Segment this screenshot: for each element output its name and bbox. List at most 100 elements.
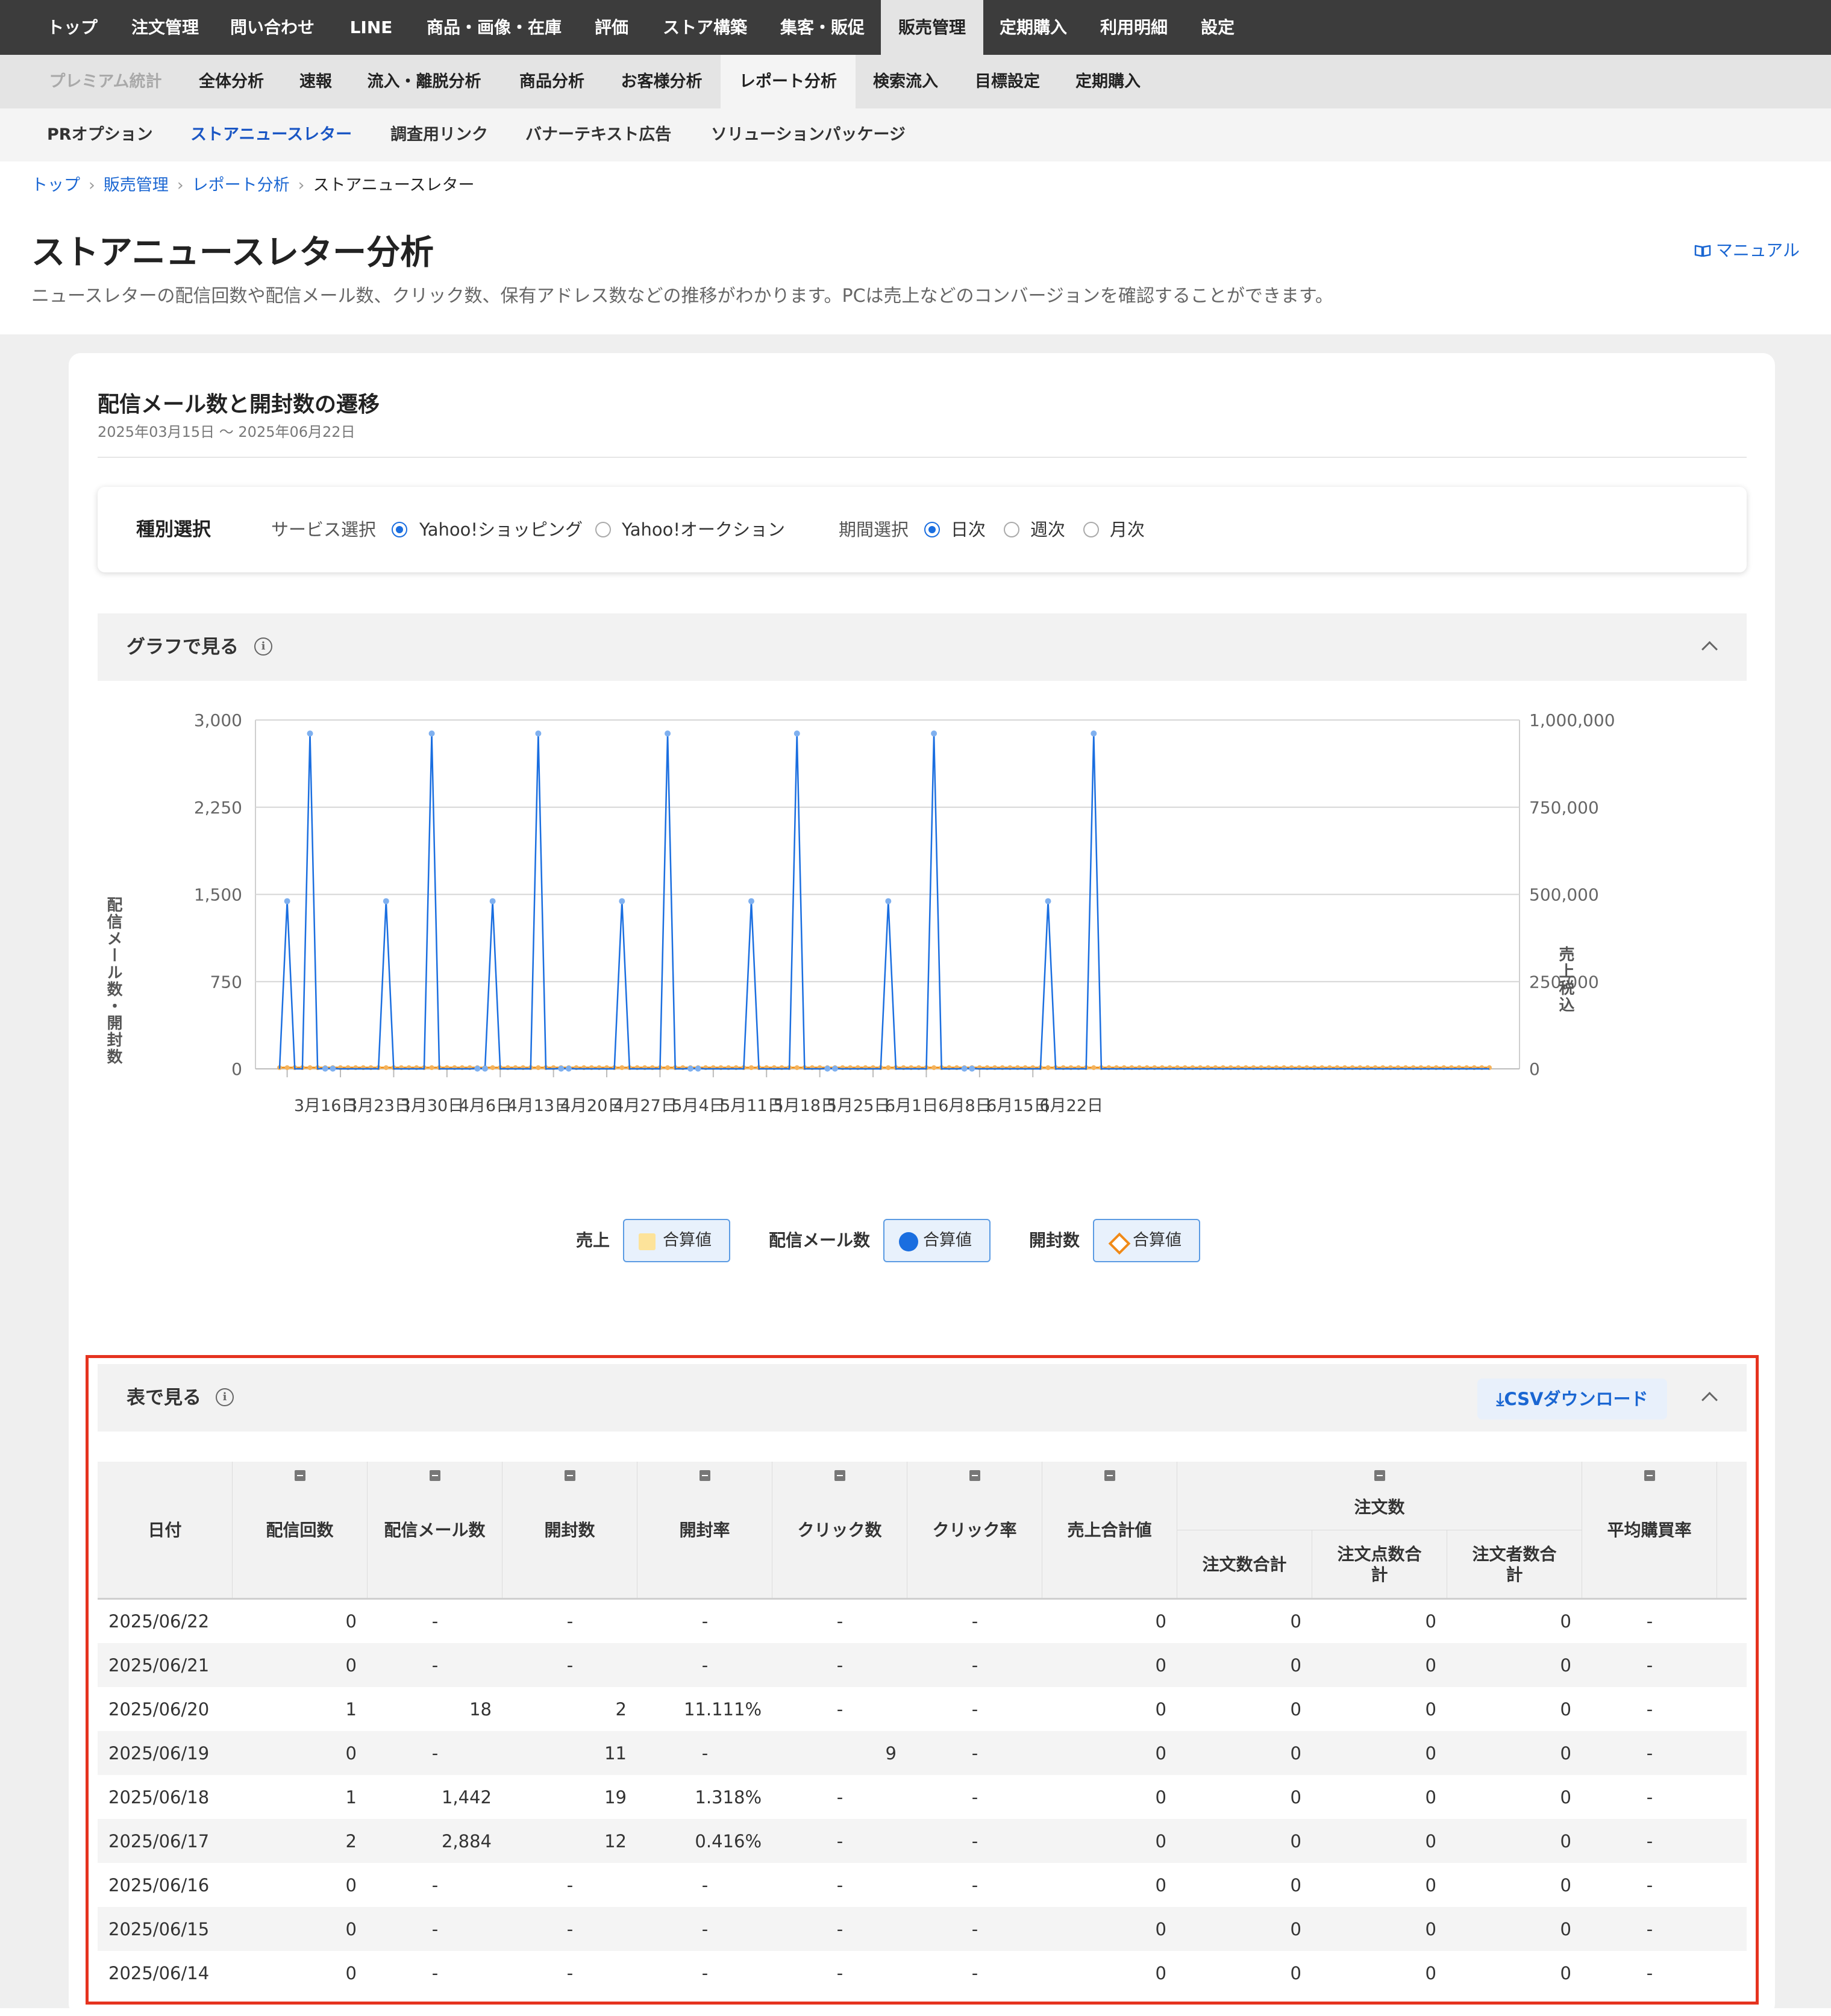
main-nav-item-products[interactable]: 商品・画像・在庫 [416, 0, 572, 55]
breadcrumb-current: ストアニュースレター [313, 176, 475, 195]
sub-nav-item-premium[interactable]: プレミアム統計 [36, 55, 175, 108]
mail-point [831, 1065, 838, 1072]
y2-tick-label: 750,000 [1529, 798, 1599, 818]
third-nav: PRオプション ストアニュースレター 調査用リンク バナーテキスト広告 ソリュー… [0, 108, 1831, 161]
main-nav-item-billing[interactable]: 利用明細 [1088, 0, 1180, 55]
chevron-right-icon: › [298, 176, 305, 195]
legend-item-label: 合算値 [663, 1231, 712, 1250]
graph-section-title: グラフで見る [127, 636, 239, 658]
radio-yahoo-shopping[interactable] [392, 522, 407, 537]
x-tick-label: 5月4日 [672, 1097, 725, 1115]
manual-link[interactable]: マニュアル [1694, 237, 1800, 261]
y2-axis-ticks: 1,000,000750,000500,000250,0000 [1529, 710, 1615, 1079]
y-axis-ticks: 3,000 2,250 1,500 750 0 [194, 710, 242, 1079]
breadcrumb-link-report[interactable]: レポート分析 [192, 176, 290, 195]
legend-item-sales[interactable]: 合算値 [623, 1219, 730, 1262]
legend-item-mail[interactable]: 合算値 [883, 1219, 991, 1262]
chart-grid [255, 719, 1520, 1069]
breadcrumb-link-sales[interactable]: 販売管理 [104, 176, 169, 195]
filter-label: 種別選択 [136, 519, 211, 540]
radio-weekly[interactable] [1004, 522, 1019, 537]
mail-point [1045, 898, 1051, 904]
x-axis-ticks: 3月16日3月23日3月30日4月6日4月13日4月20日4月27日5月4日5月… [286, 1069, 1103, 1115]
section-title: 配信メール数と開封数の遷移 [98, 392, 380, 417]
radio-monthly-label[interactable]: 月次 [1110, 487, 1145, 572]
x-tick-label: 5月25日 [827, 1097, 890, 1115]
y-tick-label: 3,000 [194, 710, 242, 730]
sub-nav-item-overall[interactable]: 全体分析 [181, 55, 282, 108]
opens-point [536, 1065, 541, 1070]
y-tick-label: 750 [210, 972, 242, 992]
legend-group-opens: 開封数 [1029, 1230, 1080, 1250]
sub-nav-item-goals[interactable]: 目標設定 [958, 55, 1057, 108]
main-nav-item-sales[interactable]: 販売管理 [881, 0, 983, 55]
sub-nav-item-search[interactable]: 検索流入 [860, 55, 951, 108]
manual-link-label: マニュアル [1715, 240, 1800, 260]
third-nav-item-pr-option[interactable]: PRオプション [47, 108, 153, 161]
opens-point [1091, 1065, 1097, 1070]
y2-tick-label: 1,000,000 [1529, 710, 1615, 730]
sub-nav-item-customer-analysis[interactable]: お客様分析 [607, 55, 716, 108]
mail-point [284, 898, 290, 904]
y-axis-label: 配信メール数・開封数 [104, 897, 122, 1065]
main-nav-item-subscription[interactable]: 定期購入 [988, 0, 1078, 55]
chart-series [277, 730, 1492, 1072]
legend-item-opens[interactable]: 合算値 [1093, 1219, 1200, 1262]
mail-point [687, 1065, 693, 1072]
third-nav-item-solution[interactable]: ソリューションパッケージ [711, 108, 906, 161]
sub-nav-item-flash[interactable]: 速報 [286, 55, 346, 108]
graph-section-header[interactable]: グラフで見る i [98, 613, 1747, 681]
main-nav-item-store-build[interactable]: ストア構築 [651, 0, 759, 55]
mail-point [1091, 730, 1097, 737]
info-icon[interactable]: i [254, 637, 272, 656]
mail-point [489, 898, 496, 904]
radio-monthly[interactable] [1083, 522, 1099, 537]
sub-nav-item-subscription[interactable]: 定期購入 [1063, 55, 1153, 108]
page-description: ニュースレターの配信回数や配信メール数、クリック数、保有アドレス数などの推移がわ… [31, 286, 1333, 307]
main-nav-item-orders[interactable]: 注文管理 [119, 0, 211, 55]
y-tick-label: 0 [231, 1059, 242, 1079]
chart-legend: 売上 合算値 配信メール数 合算値 開封数 合算値 [566, 1219, 1211, 1262]
main-nav-item-settings[interactable]: 設定 [1186, 0, 1250, 55]
sub-nav-item-report-analysis[interactable]: レポート分析 [721, 55, 856, 108]
chevron-up-icon[interactable] [1701, 641, 1718, 657]
third-nav-item-survey-link[interactable]: 調査用リンク [390, 108, 488, 161]
mail-point [565, 1065, 572, 1072]
square-icon [639, 1233, 656, 1250]
main-nav-item-inquiries[interactable]: 問い合わせ [218, 0, 327, 55]
mail-point [383, 898, 389, 904]
radio-daily[interactable] [924, 522, 940, 537]
sub-nav-item-traffic[interactable]: 流入・離脱分析 [352, 55, 496, 108]
sub-nav: プレミアム統計 全体分析 速報 流入・離脱分析 商品分析 お客様分析 レポート分… [0, 55, 1831, 108]
third-nav-item-newsletter[interactable]: ストアニュースレター [190, 108, 352, 161]
legend-group-sales: 売上 [576, 1230, 610, 1250]
opens-point [665, 1065, 671, 1070]
diamond-icon [1108, 1232, 1131, 1255]
radio-yahoo-shopping-label[interactable]: Yahoo!ショッピング [419, 487, 583, 572]
radio-weekly-label[interactable]: 週次 [1030, 487, 1065, 572]
mail-point [969, 1065, 975, 1072]
radio-yahoo-auction-label[interactable]: Yahoo!オークション [622, 487, 785, 572]
divider [98, 457, 1747, 458]
opens-point [931, 1065, 937, 1070]
period-select-label: 期間選択 [839, 519, 909, 540]
mail-point [748, 898, 754, 904]
y-tick-label: 2,250 [194, 798, 242, 818]
breadcrumb-link-top[interactable]: トップ [31, 176, 80, 195]
sub-nav-item-product-analysis[interactable]: 商品分析 [504, 55, 600, 108]
main-nav-item-line[interactable]: LINE [337, 0, 405, 55]
mail-point [481, 1065, 488, 1072]
third-nav-item-banner-ad[interactable]: バナーテキスト広告 [525, 108, 671, 161]
main-nav-item-reviews[interactable]: 評価 [578, 0, 645, 55]
main-nav-item-promotion[interactable]: 集客・販促 [765, 0, 880, 55]
mail-point [961, 1065, 968, 1072]
radio-yahoo-auction[interactable] [595, 522, 611, 537]
opens-point [307, 1065, 313, 1070]
page-title: ストアニュースレター分析 [31, 233, 434, 272]
main-nav-item-top[interactable]: トップ [30, 0, 114, 55]
mail-point [307, 730, 313, 737]
x-tick-label: 6月1日 [885, 1097, 938, 1115]
series-line-mail [278, 733, 1489, 1070]
filter-panel: 種別選択 サービス選択 Yahoo!ショッピング Yahoo!オークション 期間… [98, 487, 1747, 572]
radio-daily-label[interactable]: 日次 [951, 487, 986, 572]
